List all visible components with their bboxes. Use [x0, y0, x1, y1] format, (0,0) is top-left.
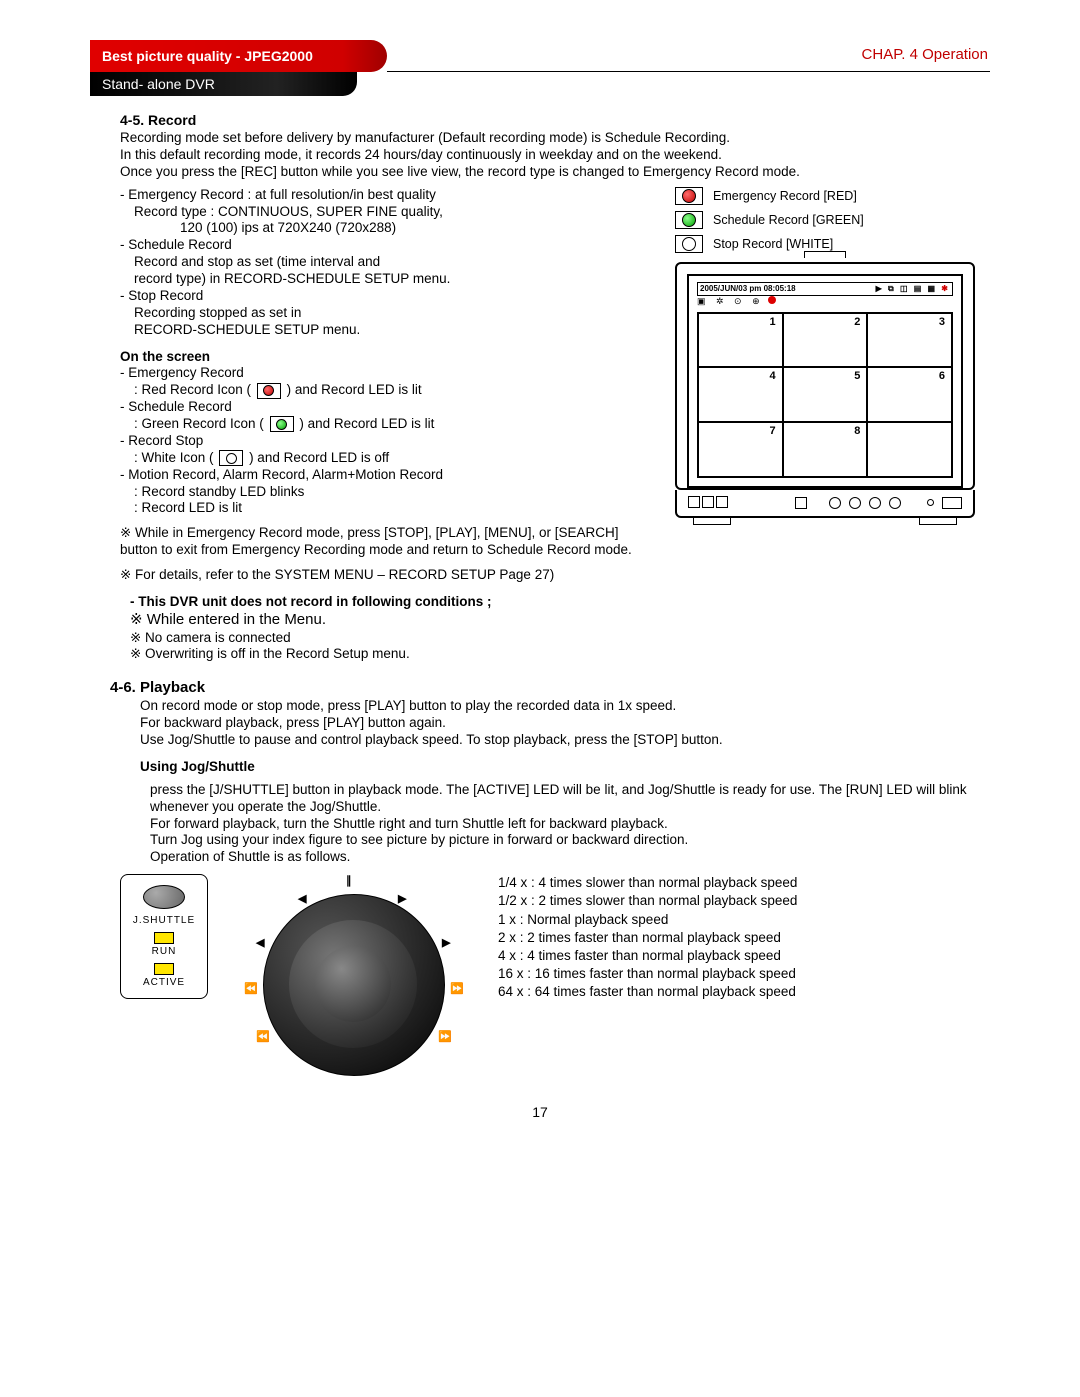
osd-timestamp: 2005/JUN/03 pm 08:05:18 — [700, 284, 796, 293]
jog-shuttle-title: Using Jog/Shuttle — [140, 759, 990, 776]
emergency-record-line: - Emergency Record : at full resolution/… — [120, 187, 657, 204]
grid-cell-4: 4 — [698, 367, 783, 422]
grid-cell-6: 6 — [867, 367, 952, 422]
chapter-label: CHAP. 4 Operation — [387, 40, 990, 72]
white-record-icon — [219, 450, 243, 466]
jshuttle-label: J.SHUTTLE — [125, 915, 203, 926]
onscreen-green-pre: : Green Record Icon ( — [134, 416, 264, 431]
onscreen-schedule: - Schedule Record — [120, 399, 657, 416]
onscreen-stop: - Record Stop — [120, 433, 657, 450]
legend-red: Emergency Record [RED] — [675, 187, 990, 205]
section-4-6-intro: On record mode or stop mode, press [PLAY… — [140, 698, 990, 749]
onscreen-white-pre: : White Icon ( — [134, 450, 214, 465]
speed-quarter: 1/4 x : 4 times slower than normal playb… — [498, 874, 797, 892]
osd-red-dot-icon — [768, 296, 776, 304]
note-exit-emergency: ※ While in Emergency Record mode, press … — [120, 525, 657, 559]
run-label: RUN — [125, 946, 203, 957]
fwd-2x-icon: ⏩ — [450, 982, 464, 995]
section-4-5-intro: Recording mode set before delivery by ma… — [120, 130, 990, 181]
rew-4x-icon: ⏪ — [256, 1030, 270, 1043]
green-led-icon — [682, 213, 696, 227]
shuttle-dial-diagram: ∥ ◀ ▶ ◀ ▶ ⏪ ⏩ ⏪ ⏩ — [238, 874, 468, 1074]
onscreen-emergency-icon-line: : Red Record Icon ( ) and Record LED is … — [134, 382, 657, 399]
onscreen-white-post: ) and Record LED is off — [249, 450, 389, 465]
fwd-slow-icon: ▶ — [398, 892, 406, 905]
onscreen-red-pre: : Red Record Icon ( — [134, 382, 251, 397]
not-record-3: ※ Overwriting is off in the Record Setup… — [130, 646, 990, 663]
grid-cell-5: 5 — [783, 367, 868, 422]
fwd-4x-icon: ⏩ — [438, 1030, 452, 1043]
onscreen-emergency: - Emergency Record — [120, 365, 657, 382]
note-details-ref: ※ For details, refer to the SYSTEM MENU … — [120, 567, 657, 584]
section-4-6-title: 4-6. Playback — [110, 679, 990, 696]
fwd-1x-icon: ▶ — [442, 936, 450, 949]
speed-1x: 1 x : Normal playback speed — [498, 911, 797, 929]
speed-16x: 16 x : 16 times faster than normal playb… — [498, 965, 797, 983]
camera-grid: 1 2 3 4 5 6 7 8 — [697, 312, 953, 478]
stop-record-desc2: RECORD-SCHEDULE SETUP menu. — [134, 322, 657, 339]
dvr-front-panel — [675, 490, 975, 518]
onscreen-schedule-icon-line: : Green Record Icon ( ) and Record LED i… — [134, 416, 657, 433]
legend-green: Schedule Record [GREEN] — [675, 211, 990, 229]
emergency-record-ips: 120 (100) ips at 720X240 (720x288) — [180, 220, 657, 237]
on-the-screen-title: On the screen — [120, 349, 657, 366]
run-led-icon — [154, 932, 174, 944]
red-record-icon — [257, 383, 281, 399]
header-subpill: Stand- alone DVR — [90, 72, 357, 96]
not-record-2: ※ No camera is connected — [130, 630, 990, 647]
rew-2x-icon: ⏪ — [244, 982, 258, 995]
not-record-1: ※ While entered in the Menu. — [130, 611, 990, 630]
page-number: 17 — [90, 1104, 990, 1120]
speed-half: 1/2 x : 2 times slower than normal playb… — [498, 892, 797, 910]
speed-2x: 2 x : 2 times faster than normal playbac… — [498, 929, 797, 947]
osd-status-icons: ▶ ⧉ ◫ ▤ ▦ ✱ — [876, 284, 950, 294]
white-led-icon — [682, 237, 696, 251]
active-label: ACTIVE — [125, 977, 203, 988]
onscreen-green-post: ) and Record LED is lit — [299, 416, 434, 431]
onscreen-motion-b: : Record standby LED blinks — [134, 484, 657, 501]
speed-64x: 64 x : 64 times faster than normal playb… — [498, 983, 797, 1001]
schedule-record-desc1: Record and stop as set (time interval an… — [134, 254, 657, 271]
onscreen-red-post: ) and Record LED is lit — [287, 382, 422, 397]
legend-red-label: Emergency Record [RED] — [713, 189, 857, 203]
jshuttle-button-icon — [143, 885, 185, 909]
schedule-record-line: - Schedule Record — [120, 237, 657, 254]
jshuttle-panel: J.SHUTTLE RUN ACTIVE — [120, 874, 208, 999]
onscreen-motion-c: : Record LED is lit — [134, 500, 657, 517]
header-pill: Best picture quality - JPEG2000 — [90, 40, 387, 72]
stop-record-desc1: Recording stopped as set in — [134, 305, 657, 322]
jog-shuttle-body: press the [J/SHUTTLE] button in playback… — [150, 782, 990, 866]
grid-cell-2: 2 — [783, 313, 868, 368]
grid-cell-1: 1 — [698, 313, 783, 368]
legend-green-label: Schedule Record [GREEN] — [713, 213, 864, 227]
legend-white-label: Stop Record [WHITE] — [713, 237, 833, 251]
not-record-title: - This DVR unit does not record in follo… — [130, 594, 990, 611]
section-4-5-title: 4-5. Record — [120, 112, 990, 128]
record-modes-column: - Emergency Record : at full resolution/… — [120, 187, 657, 584]
pause-mark-icon: ∥ — [346, 874, 352, 887]
grid-cell-8: 8 — [783, 422, 868, 477]
emergency-record-type: Record type : CONTINUOUS, SUPER FINE qua… — [134, 204, 657, 221]
schedule-record-desc2: record type) in RECORD-SCHEDULE SETUP me… — [134, 271, 657, 288]
green-record-icon — [270, 416, 294, 432]
dvr-diagram: 2005/JUN/03 pm 08:05:18 ▶ ⧉ ◫ ▤ ▦ ✱ ▣ ✲ … — [675, 251, 975, 525]
grid-cell-9 — [867, 422, 952, 477]
rew-1x-icon: ◀ — [256, 936, 264, 949]
grid-cell-3: 3 — [867, 313, 952, 368]
speed-4x: 4 x : 4 times faster than normal playbac… — [498, 947, 797, 965]
grid-cell-7: 7 — [698, 422, 783, 477]
shuttle-speed-list: 1/4 x : 4 times slower than normal playb… — [498, 874, 797, 1002]
red-led-icon — [682, 189, 696, 203]
onscreen-stop-icon-line: : White Icon ( ) and Record LED is off — [134, 450, 657, 467]
active-led-icon — [154, 963, 174, 975]
onscreen-motion: - Motion Record, Alarm Record, Alarm+Mot… — [120, 467, 657, 484]
rew-slow-icon: ◀ — [298, 892, 306, 905]
osd-icons-row2: ▣ ✲ ⊙ ⊕ — [697, 296, 953, 307]
stop-record-line: - Stop Record — [120, 288, 657, 305]
osd-bar: 2005/JUN/03 pm 08:05:18 ▶ ⧉ ◫ ▤ ▦ ✱ — [697, 282, 953, 296]
